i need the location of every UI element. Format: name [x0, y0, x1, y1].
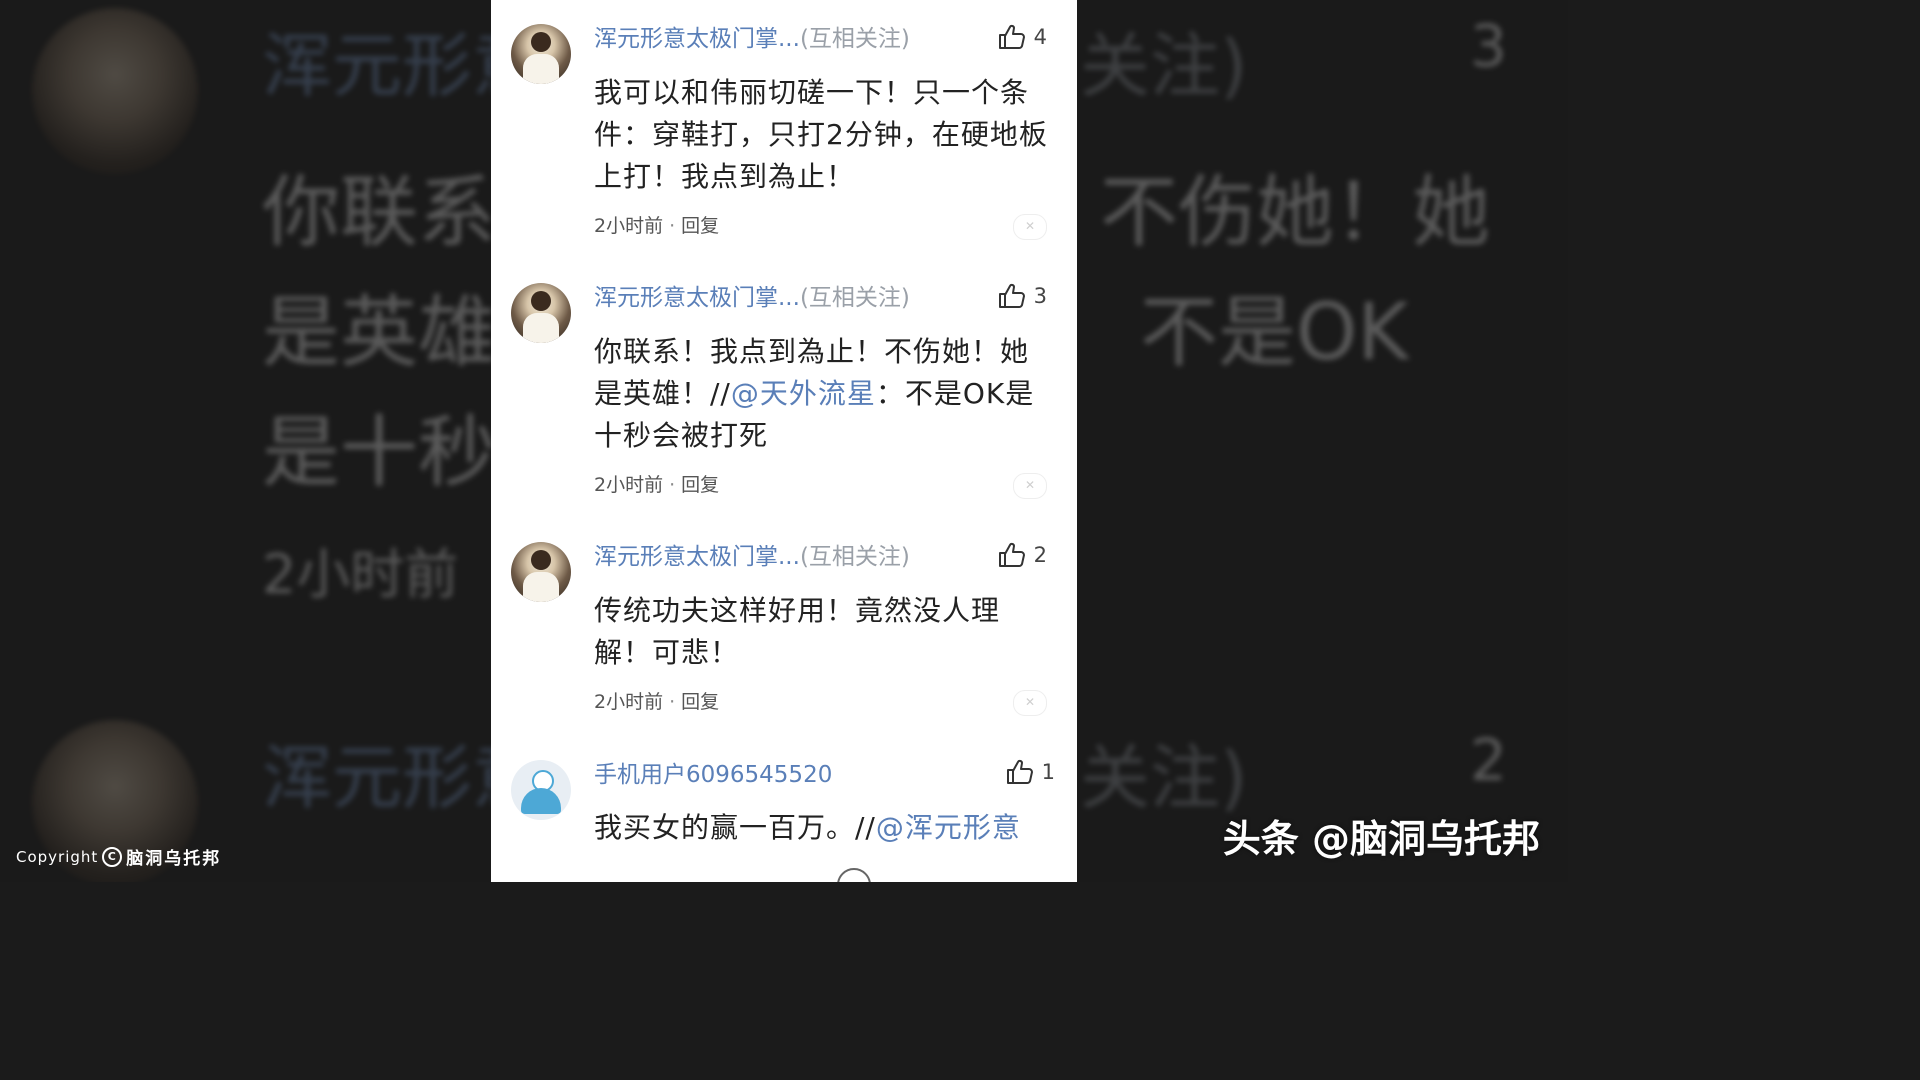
- close-icon[interactable]: ✕: [1013, 473, 1047, 499]
- thumbs-up-icon: [998, 24, 1025, 49]
- timestamp: 2小时前: [594, 215, 664, 237]
- avatar[interactable]: [511, 283, 571, 343]
- comment-text: 我可以和伟丽切磋一下！只一个条件：穿鞋打，只打2分钟，在硬地板上打！我点到為止！: [594, 76, 1048, 193]
- bg-follow-fragment: 关注): [1080, 25, 1248, 107]
- copyright-icon: C: [102, 846, 123, 867]
- username-link[interactable]: 浑元形意太极门掌...: [594, 26, 800, 52]
- comment-list: 浑元形意太极门掌...(互相关注) 4 我可以和伟丽切磋一下！只一个条件：穿鞋打…: [491, 0, 1077, 882]
- username-link[interactable]: 浑元形意太极门掌...: [594, 285, 800, 311]
- follow-status: (互相关注): [799, 26, 910, 52]
- brand-name: 脑洞乌托邦: [126, 849, 222, 869]
- comment-item: 浑元形意太极门掌...(互相关注) 4 我可以和伟丽切磋一下！只一个条件：穿鞋打…: [491, 0, 1077, 255]
- follow-status: (互相关注): [799, 544, 910, 570]
- timestamp: 2小时前: [594, 474, 664, 496]
- close-icon[interactable]: ✕: [1013, 214, 1047, 240]
- avatar[interactable]: [511, 24, 571, 84]
- like-button[interactable]: 3: [998, 281, 1047, 311]
- bg-like-count: 3: [1470, 12, 1507, 80]
- avatar[interactable]: [511, 542, 571, 602]
- bg-line-1-left: 你联系: [262, 168, 497, 258]
- bg-like-count-2: 2: [1470, 726, 1507, 794]
- reply-button[interactable]: 回复: [681, 215, 719, 237]
- comment-item: 浑元形意太极门掌...(互相关注) 3 你联系！我点到為止！不伤她！她是英雄！/…: [491, 258, 1077, 513]
- comment-header: 浑元形意太极门掌...(互相关注): [594, 283, 910, 313]
- comment-text: 我买女的赢一百万。//@浑元形意: [594, 807, 1054, 849]
- like-button[interactable]: 4: [998, 22, 1047, 52]
- reply-button[interactable]: 回复: [681, 474, 719, 496]
- like-button[interactable]: 2: [998, 540, 1047, 570]
- username-link[interactable]: 浑元形意太极门掌...: [594, 544, 800, 570]
- thumbs-up-icon: [998, 542, 1025, 567]
- bg-line-1-right: 不伤她！她: [1100, 168, 1491, 258]
- comment-header: 手机用户6096545520: [594, 760, 832, 790]
- bottom-toolbar: [491, 868, 1077, 882]
- like-count: 3: [1033, 284, 1047, 308]
- video-frame: 浑元形意 关注) 3 你联系 不伤她！她 是英雄 不是OK 是十秒 2小时前 浑…: [0, 0, 1568, 882]
- comment-text-part: 我买女的赢一百万。//: [594, 811, 876, 844]
- mention-link[interactable]: @浑元形意: [876, 811, 1021, 844]
- comment-text: 你联系！我点到為止！不伤她！她是英雄！//@天外流星：不是OK是十秒会被打死: [594, 331, 1054, 457]
- like-button[interactable]: 1: [1006, 757, 1055, 787]
- like-count: 2: [1033, 543, 1047, 567]
- comment-text: 传统功夫这样好用！竟然没人理解！可悲！: [594, 594, 1001, 669]
- username-link[interactable]: 手机用户6096545520: [594, 762, 832, 788]
- bg-line-2-right: 不是OK: [1140, 288, 1409, 378]
- comment-item: 浑元形意太极门掌...(互相关注) 2 传统功夫这样好用！竟然没人理解！可悲！ …: [491, 517, 1077, 732]
- copyright-watermark: Copyright C 脑洞乌托邦: [16, 844, 221, 869]
- timestamp: 2小时前: [594, 691, 664, 713]
- thumbs-up-icon: [1006, 759, 1033, 784]
- bg-line-2-left: 是英雄: [262, 288, 497, 378]
- comment-item: 手机用户6096545520 1 我买女的赢一百万。//@浑元形意: [491, 735, 1077, 882]
- close-icon[interactable]: ✕: [1013, 690, 1047, 716]
- toutiao-watermark: 头条 @脑洞乌托邦: [1222, 817, 1540, 861]
- follow-status: (互相关注): [799, 285, 910, 311]
- comment-meta: 2小时前 · 回复: [594, 215, 720, 237]
- bg-line-3-left: 是十秒: [262, 408, 497, 498]
- comment-meta: 2小时前 · 回复: [594, 474, 720, 496]
- comment-meta: 2小时前 · 回复: [594, 691, 720, 713]
- copyright-label: Copyright: [16, 847, 99, 866]
- toolbar-icon[interactable]: [837, 868, 871, 882]
- mention-link[interactable]: @天外流星: [731, 377, 876, 410]
- bg-avatar: [32, 8, 198, 174]
- reply-button[interactable]: 回复: [681, 691, 719, 713]
- bg-timestamp: 2小时前: [262, 543, 459, 606]
- thumbs-up-icon: [998, 283, 1025, 308]
- like-count: 1: [1041, 760, 1055, 784]
- like-count: 4: [1033, 25, 1047, 49]
- comment-header: 浑元形意太极门掌...(互相关注): [594, 542, 910, 572]
- comment-header: 浑元形意太极门掌...(互相关注): [594, 24, 910, 54]
- avatar[interactable]: [511, 760, 571, 820]
